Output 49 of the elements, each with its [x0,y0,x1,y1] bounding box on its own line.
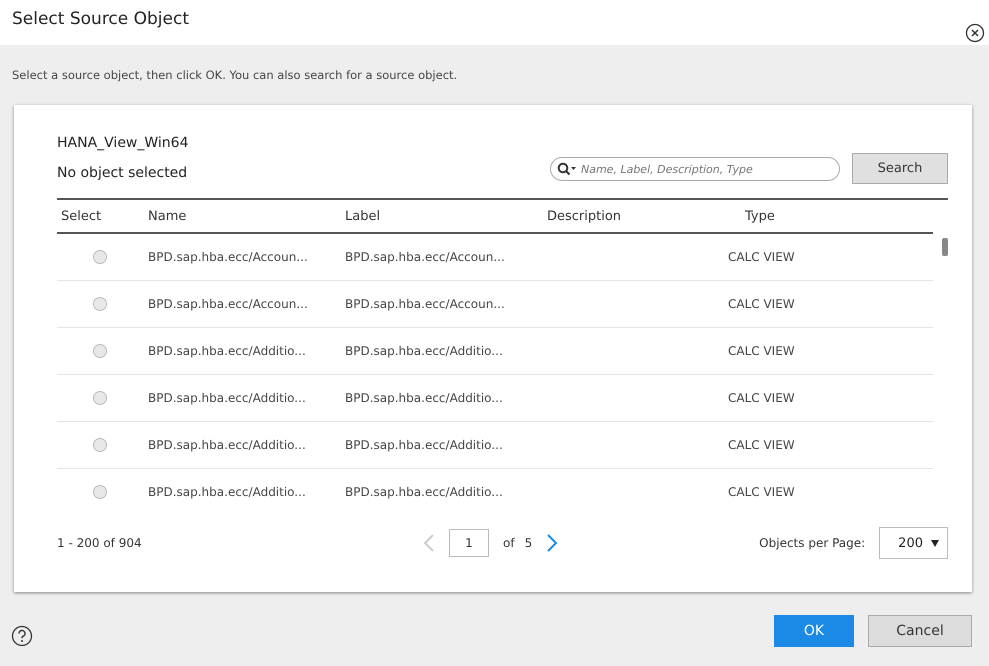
table-cell: BPD.sap.hba.ecc/Additio... [147,422,344,468]
dialog-title: Select Source Object [12,9,190,29]
page-of-label: of [503,536,515,550]
record-range: 1 - 200 of 904 [57,536,143,550]
column-header: Description [546,200,713,233]
cancel-button[interactable]: Cancel [868,615,972,647]
caret-icon [931,540,939,546]
radio-button[interactable] [93,297,107,312]
table-cell: BPD.sap.hba.ecc/Accoun... [147,233,344,280]
table-cell: BPD.sap.hba.ecc/Additio... [147,468,344,515]
radio-button[interactable] [93,250,107,264]
table-cell: CALC VIEW [713,280,933,328]
table-cell: BPD.sap.hba.ecc/Accoun... [344,233,546,280]
radio-button[interactable] [93,485,107,500]
table-cell: CALC VIEW [713,468,933,515]
instruction-text: Select a source object, then click OK. You can also search for a source object. [11,67,458,84]
connection-name: HANA_View_Win64 [57,135,190,151]
page-number-field[interactable]: 1 [449,529,489,557]
search-icon[interactable] [557,162,577,176]
table-cell: BPD.sap.hba.ecc/Additio... [147,374,344,422]
next-page-icon[interactable] [546,533,558,553]
table-cell: CALC VIEW [713,374,933,422]
table-cell: CALC VIEW [713,328,933,374]
help-icon[interactable] [11,625,33,647]
per-page-label: Objects per Page: [759,536,866,550]
table-cell: BPD.sap.hba.ecc/Additio... [344,468,546,515]
table-cell: BPD.sap.hba.ecc/Additio... [344,422,546,468]
column-header: Name [147,200,344,233]
scrollbar-thumb[interactable] [942,238,948,256]
radio-button[interactable] [93,391,107,406]
search-button[interactable]: Search [852,153,948,184]
total-pages: 5 [524,536,532,550]
column-header: Select [57,200,147,233]
table-cell: BPD.sap.hba.ecc/Additio... [147,328,344,374]
selection-status: No object selected [57,165,188,181]
table-cell: CALC VIEW [713,233,933,280]
table-cell: CALC VIEW [713,422,933,468]
column-header: Label [344,200,546,233]
table-cell: BPD.sap.hba.ecc/Additio... [344,328,546,374]
table-cell: BPD.sap.hba.ecc/Accoun... [344,280,546,328]
per-page-dropdown[interactable]: 200 [879,527,948,559]
close-icon[interactable] [965,23,985,43]
radio-button[interactable] [93,438,107,452]
column-header: Type [713,200,933,233]
radio-button[interactable] [93,344,107,358]
ok-button[interactable]: OK [774,615,854,647]
search-field[interactable]: Name, Label, Description, Type [550,157,840,181]
table-cell: BPD.sap.hba.ecc/Additio... [344,374,546,422]
table-cell: BPD.sap.hba.ecc/Accoun... [147,280,344,328]
